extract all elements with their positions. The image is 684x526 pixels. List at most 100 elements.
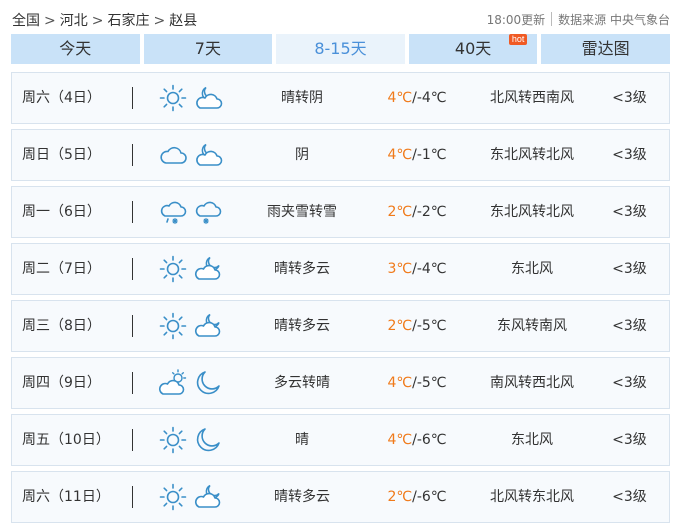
tab-label: 40天 xyxy=(454,39,492,58)
breadcrumb-item-county: 赵县 xyxy=(169,13,198,29)
forecast-row: 周四（9日） 多云转晴 4℃/-5℃ 南风转西北风 <3级 xyxy=(11,357,670,409)
forecast-row: 周五（10日） 晴 4℃/-6℃ 东北风 <3级 xyxy=(11,414,670,466)
forecast-row: 周一（6日） 雨夹雪转雪 2℃/-2℃ 东北风转北风 <3级 xyxy=(11,186,670,238)
temperature-low: /-1℃ xyxy=(412,147,447,163)
wind-direction: 南风转西北风 xyxy=(490,375,574,391)
temperature-low: /-4℃ xyxy=(412,90,447,106)
temperature-range: 2℃/-5℃ xyxy=(372,301,462,351)
moon-icon xyxy=(193,358,223,408)
tab-radar[interactable]: 雷达图 xyxy=(541,34,670,64)
sun-icon xyxy=(158,415,188,465)
temperature-low: /-2℃ xyxy=(412,204,447,220)
forecast-row: 周日（5日） 阴 4℃/-1℃ 东北风转北风 <3级 xyxy=(11,129,670,181)
wind-level: <3级 xyxy=(612,90,647,106)
tab-label: 今天 xyxy=(59,39,92,58)
weather-description: 晴 xyxy=(295,432,309,448)
divider xyxy=(132,372,133,394)
breadcrumb-separator: > xyxy=(44,13,56,29)
weather-description: 晴转多云 xyxy=(274,489,330,505)
weather-description: 晴转阴 xyxy=(281,90,323,106)
wind-level: <3级 xyxy=(612,318,647,334)
wind-direction: 东北风 xyxy=(511,432,553,448)
forecast-row: 周六（11日） 晴转多云 2℃/-6℃ 北风转东北风 <3级 xyxy=(11,471,670,523)
top-bar: 全国 > 河北 > 石家庄 > 赵县 18:00更新 数据来源 中央气象台 xyxy=(0,0,684,34)
update-time: 18:00更新 xyxy=(486,13,546,27)
temperature-range: 2℃/-2℃ xyxy=(372,187,462,237)
wind-direction: 东风转南风 xyxy=(497,318,567,334)
wind-level: <3级 xyxy=(612,147,647,163)
snow-icon xyxy=(193,187,223,237)
sleet-icon xyxy=(158,187,188,237)
wind-direction: 东北风转北风 xyxy=(490,147,574,163)
breadcrumb: 全国 > 河北 > 石家庄 > 赵县 xyxy=(12,10,197,30)
weather-description: 多云转晴 xyxy=(274,375,330,391)
divider xyxy=(551,12,553,26)
forecast-row: 周三（8日） 晴转多云 2℃/-5℃ 东风转南风 <3级 xyxy=(11,300,670,352)
forecast-row: 周二（7日） 晴转多云 3℃/-4℃ 东北风 <3级 xyxy=(11,243,670,295)
update-source: 18:00更新 数据来源 中央气象台 xyxy=(487,11,670,28)
data-source: 数据来源 中央气象台 xyxy=(558,13,670,27)
wind-level: <3级 xyxy=(612,375,647,391)
tab-40-days[interactable]: 40天 hot xyxy=(408,34,538,64)
sun-icon xyxy=(158,472,188,522)
temperature-range: 4℃/-6℃ xyxy=(372,415,462,465)
temperature-high: 4℃ xyxy=(387,375,413,391)
breadcrumb-separator: > xyxy=(153,13,166,29)
divider xyxy=(132,258,133,280)
moon-icon xyxy=(193,415,223,465)
forecast-day: 周五（10日） xyxy=(22,432,110,448)
temperature-range: 4℃/-5℃ xyxy=(372,358,462,408)
forecast-day: 周四（9日） xyxy=(22,375,101,391)
weather-description: 晴转多云 xyxy=(274,261,330,277)
wind-level: <3级 xyxy=(612,204,647,220)
temperature-range: 4℃/-1℃ xyxy=(372,130,462,180)
temperature-high: 4℃ xyxy=(387,147,413,163)
tab-today[interactable]: 今天 xyxy=(11,34,140,64)
wind-direction: 东北风转北风 xyxy=(490,204,574,220)
temperature-low: /-5℃ xyxy=(412,375,447,391)
wind-direction: 东北风 xyxy=(511,261,553,277)
temperature-range: 4℃/-4℃ xyxy=(372,73,462,123)
breadcrumb-item-city[interactable]: 石家庄 xyxy=(107,13,149,29)
cloudy-night-icon xyxy=(193,73,223,123)
temperature-low: /-6℃ xyxy=(412,432,447,448)
forecast-day: 周一（6日） xyxy=(22,204,101,220)
sun-icon xyxy=(158,73,188,123)
tab-7-days[interactable]: 7天 xyxy=(143,34,273,64)
forecast-row: 周六（4日） 晴转阴 4℃/-4℃ 北风转西南风 <3级 xyxy=(11,72,670,124)
forecast-day: 周二（7日） xyxy=(22,261,101,277)
hot-badge: hot xyxy=(508,34,528,45)
temperature-low: /-4℃ xyxy=(412,261,447,277)
temperature-high: 3℃ xyxy=(387,261,413,277)
divider xyxy=(132,144,133,166)
sun-icon xyxy=(158,301,188,351)
cloud-icon xyxy=(158,130,188,180)
temperature-high: 4℃ xyxy=(387,90,413,106)
wind-level: <3级 xyxy=(612,432,647,448)
cloudy-night-icon xyxy=(193,130,223,180)
partly-cloudy-night-icon xyxy=(193,472,223,522)
breadcrumb-item-province[interactable]: 河北 xyxy=(60,13,88,29)
forecast-day: 周六（4日） xyxy=(22,90,101,106)
temperature-low: /-5℃ xyxy=(412,318,447,334)
divider xyxy=(132,201,133,223)
partly-cloudy-night-icon xyxy=(193,301,223,351)
tab-label: 7天 xyxy=(194,39,221,58)
divider xyxy=(132,486,133,508)
sun-icon xyxy=(158,244,188,294)
temperature-high: 2℃ xyxy=(387,204,413,220)
forecast-day: 周日（5日） xyxy=(22,147,101,163)
temperature-high: 2℃ xyxy=(387,318,413,334)
breadcrumb-separator: > xyxy=(91,13,104,29)
weather-description: 阴 xyxy=(295,147,309,163)
wind-level: <3级 xyxy=(612,261,647,277)
temperature-high: 2℃ xyxy=(387,489,413,505)
forecast-day: 周三（8日） xyxy=(22,318,101,334)
weather-description: 晴转多云 xyxy=(274,318,330,334)
breadcrumb-item-country[interactable]: 全国 xyxy=(12,13,40,29)
weather-description: 雨夹雪转雪 xyxy=(267,204,337,220)
tab-8-15-days[interactable]: 8-15天 xyxy=(276,34,405,64)
temperature-range: 2℃/-6℃ xyxy=(372,472,462,522)
partly-cloudy-day-icon xyxy=(158,358,188,408)
temperature-low: /-6℃ xyxy=(412,489,447,505)
